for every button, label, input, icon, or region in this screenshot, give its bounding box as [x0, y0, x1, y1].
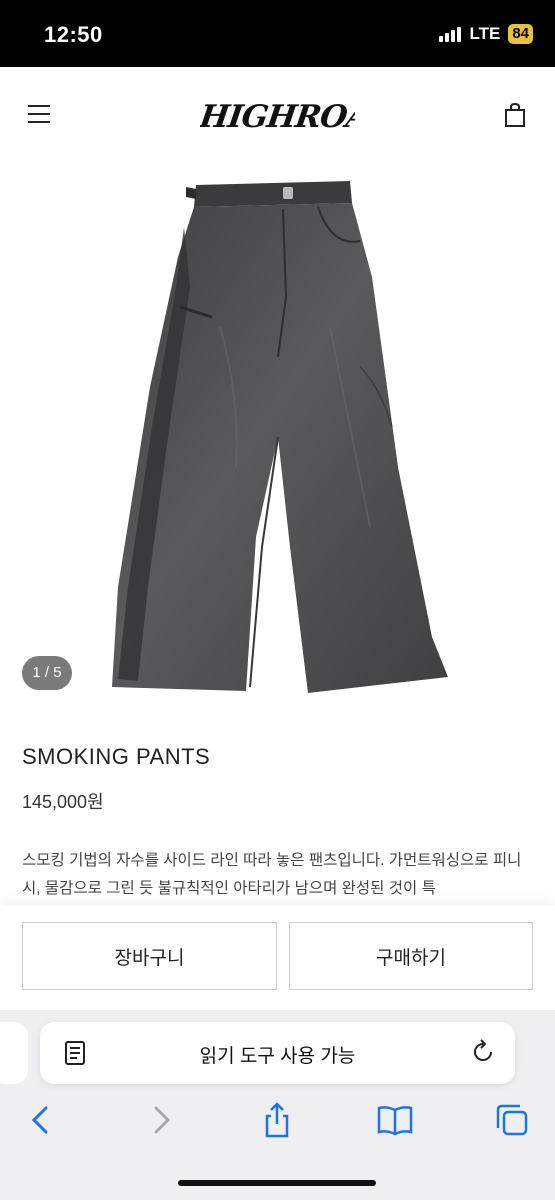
browser-toolbar	[0, 1102, 555, 1146]
address-text: 읽기 도구 사용 가능	[199, 1046, 356, 1067]
add-to-cart-button[interactable]: 장바구니	[22, 922, 277, 990]
status-time: 12:50	[44, 22, 103, 47]
tabs-icon[interactable]	[494, 1102, 530, 1138]
share-icon[interactable]	[259, 1102, 295, 1138]
hamburger-menu-icon[interactable]	[28, 105, 50, 123]
signal-icon	[439, 26, 462, 42]
description-container: 스모킹 기법의 자수를 사이드 라인 따라 놓은 팬츠입니다. 가먼트워싱으로 …	[0, 840, 555, 910]
product-price: 145,000원	[22, 792, 104, 812]
buy-now-button[interactable]: 구매하기	[289, 922, 533, 990]
home-indicator	[178, 1180, 376, 1186]
product-image[interactable]	[0, 167, 555, 715]
image-counter: 1 / 5	[22, 656, 72, 690]
site-header: HIGHROAD	[0, 67, 555, 167]
pants-image	[112, 181, 448, 693]
browser-chrome: 읽기 도구 사용 가능	[0, 1010, 555, 1200]
status-indicators: LTE 84	[439, 24, 533, 44]
address-bar[interactable]: 읽기 도구 사용 가능	[40, 1022, 515, 1084]
logo[interactable]: HIGHROAD	[200, 89, 355, 141]
reload-icon[interactable]	[469, 1038, 497, 1066]
purchase-action-bar: 장바구니 구매하기	[0, 906, 555, 1010]
product-title: SMOKING PANTS	[22, 744, 211, 769]
bookmarks-icon[interactable]	[377, 1102, 413, 1138]
svg-text:HIGHROAD: HIGHROAD	[200, 99, 355, 135]
status-bar: 12:50 LTE 84	[0, 0, 555, 67]
network-type: LTE	[469, 24, 501, 43]
battery-icon: 84	[508, 24, 533, 44]
forward-icon[interactable]	[142, 1102, 178, 1138]
back-icon[interactable]	[24, 1102, 60, 1138]
product-description: 스모킹 기법의 자수를 사이드 라인 따라 놓은 팬츠입니다. 가먼트워싱으로 …	[22, 852, 522, 897]
shopping-bag-icon[interactable]	[502, 102, 528, 128]
previous-tab-peek[interactable]	[0, 1022, 28, 1084]
